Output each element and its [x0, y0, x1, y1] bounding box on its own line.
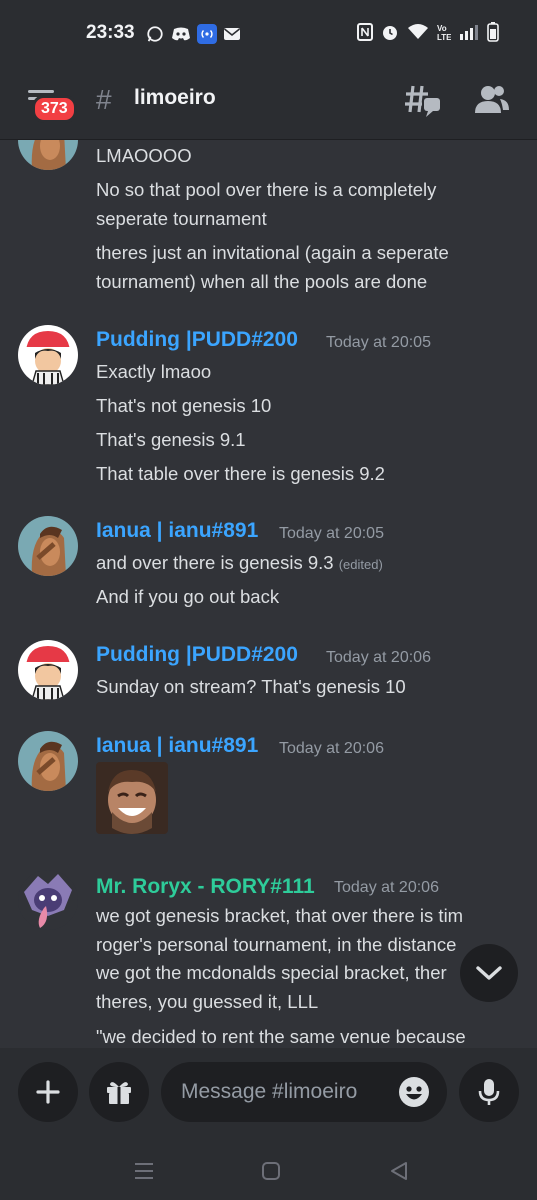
- back-icon[interactable]: [386, 1158, 412, 1184]
- message-text: we got genesis bracket, that over there …: [96, 905, 464, 926]
- message-text: No so that pool over there is a complete…: [96, 179, 437, 200]
- message-author[interactable]: Pudding |PUDD#200: [96, 328, 298, 352]
- message-author[interactable]: Ianua | ianu#891: [96, 519, 258, 543]
- clock: 23:33: [86, 22, 135, 43]
- battery-icon: [487, 22, 499, 42]
- emoji-image[interactable]: [96, 762, 168, 834]
- emoji-icon[interactable]: [398, 1076, 430, 1108]
- edited-label: (edited): [338, 557, 383, 572]
- message-text: Sunday on stream? That's genesis 10: [96, 676, 406, 697]
- system-navigation-bar: [0, 1140, 537, 1200]
- mail-icon: [222, 24, 242, 44]
- message-timestamp: Today at 20:06: [326, 649, 431, 666]
- message-text-content: and over there is genesis 9.3: [96, 552, 334, 573]
- gift-icon: [107, 1082, 131, 1104]
- add-attachment-button[interactable]: [18, 1062, 78, 1122]
- avatar[interactable]: [18, 140, 78, 170]
- message-text: seperate tournament: [96, 208, 267, 229]
- channel-header: 373 # limoeiro: [0, 70, 537, 140]
- recent-apps-icon[interactable]: [131, 1158, 157, 1184]
- message-text: That table over there is genesis 9.2: [96, 463, 385, 484]
- message-text: Exactly lmaoo: [96, 361, 212, 382]
- message-author[interactable]: Ianua | ianu#891: [96, 734, 258, 758]
- message-composer: [0, 1048, 537, 1140]
- message-timestamp: Today at 20:05: [279, 525, 384, 542]
- avatar[interactable]: [18, 870, 78, 930]
- message-text: "we decided to rent the same venue becau…: [96, 1026, 466, 1047]
- threads-icon[interactable]: [404, 82, 442, 120]
- svg-text:Vo: Vo: [437, 24, 447, 33]
- signal-icon: [460, 25, 478, 40]
- message-text: roger's personal tournament, in the dist…: [96, 934, 457, 955]
- message-text: and over there is genesis 9.3 (edited): [96, 548, 383, 580]
- message-list[interactable]: LMAOOOO No so that pool over there is a …: [0, 140, 537, 1048]
- message-text: LMAOOOO: [96, 145, 192, 166]
- message-text: we got the mcdonalds special bracket, th…: [96, 962, 447, 983]
- jump-to-present-button[interactable]: [460, 944, 518, 1002]
- message-text: That's not genesis 10: [96, 395, 272, 416]
- volte-icon: VoLTE: [437, 24, 451, 41]
- message-timestamp: Today at 20:06: [279, 740, 384, 757]
- hotspot-icon: [197, 24, 217, 44]
- avatar[interactable]: [18, 731, 78, 791]
- home-icon[interactable]: [258, 1158, 284, 1184]
- microphone-icon: [478, 1079, 500, 1105]
- channel-hash-icon: #: [96, 84, 112, 115]
- gift-button[interactable]: [89, 1062, 149, 1122]
- message-author[interactable]: Pudding |PUDD#200: [96, 643, 298, 667]
- avatar[interactable]: [18, 325, 78, 385]
- svg-text:LTE: LTE: [437, 33, 451, 41]
- nfc-icon: [357, 23, 373, 41]
- message-author[interactable]: Mr. Roryx - RORY#111: [96, 875, 315, 899]
- message-text: tournament) when all the pools are done: [96, 271, 428, 292]
- whatsapp-icon: [145, 24, 165, 44]
- message-text: theres, you guessed it, LLL: [96, 991, 319, 1012]
- voice-message-button[interactable]: [459, 1062, 519, 1122]
- message-text: And if you go out back: [96, 586, 280, 607]
- channel-title[interactable]: limoeiro: [134, 86, 216, 110]
- alarm-icon: [383, 26, 397, 40]
- members-icon[interactable]: [474, 82, 510, 118]
- message-timestamp: Today at 20:06: [334, 879, 439, 896]
- status-icons: Vo LTE: [357, 22, 499, 42]
- message-timestamp: Today at 20:05: [326, 334, 431, 351]
- avatar[interactable]: [18, 640, 78, 700]
- wifi-icon: [408, 24, 428, 39]
- message-text: theres just an invitational (again a sep…: [96, 242, 449, 263]
- unread-badge: 373: [32, 95, 77, 123]
- status-bar: 23:33 Vo LTE: [0, 0, 537, 70]
- plus-icon: [36, 1080, 60, 1104]
- discord-icon: [171, 24, 191, 44]
- message-text: That's genesis 9.1: [96, 429, 246, 450]
- chevron-down-icon: [476, 966, 502, 980]
- avatar[interactable]: [18, 516, 78, 576]
